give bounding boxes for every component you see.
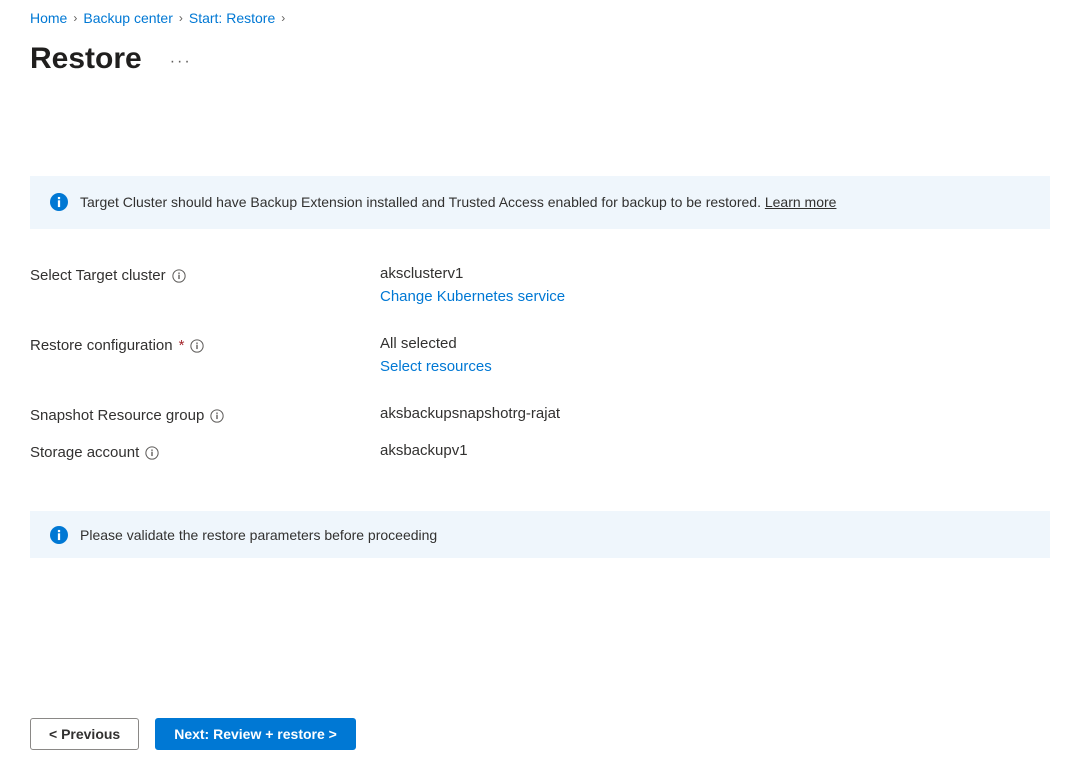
required-asterisk: * <box>179 337 185 354</box>
page-title: Restore <box>30 42 142 76</box>
breadcrumb-start-restore[interactable]: Start: Restore <box>189 10 275 26</box>
help-icon[interactable] <box>210 409 224 423</box>
help-icon[interactable] <box>172 269 186 283</box>
breadcrumb-backup-center[interactable]: Backup center <box>83 10 173 26</box>
select-resources-link[interactable]: Select resources <box>380 358 492 375</box>
more-actions-button[interactable]: ··· <box>170 47 192 71</box>
info-banner-validate: Please validate the restore parameters b… <box>30 511 1050 558</box>
breadcrumb: Home › Backup center › Start: Restore › <box>0 10 1080 36</box>
target-cluster-label: Select Target cluster <box>30 267 166 284</box>
info-icon <box>50 526 68 544</box>
restore-config-value: All selected <box>380 335 492 352</box>
info-banner-target-cluster: Target Cluster should have Backup Extens… <box>30 176 1050 229</box>
previous-button[interactable]: < Previous <box>30 718 139 750</box>
chevron-right-icon: › <box>281 11 285 25</box>
next-review-restore-button[interactable]: Next: Review + restore > <box>155 718 356 750</box>
learn-more-link[interactable]: Learn more <box>765 194 837 210</box>
change-kubernetes-service-link[interactable]: Change Kubernetes service <box>380 288 565 305</box>
help-icon[interactable] <box>190 339 204 353</box>
chevron-right-icon: › <box>179 11 183 25</box>
validate-banner-text: Please validate the restore parameters b… <box>80 527 437 543</box>
snapshot-rg-value: aksbackupsnapshotrg-rajat <box>380 405 560 422</box>
storage-account-value: aksbackupv1 <box>380 442 468 459</box>
chevron-right-icon: › <box>73 11 77 25</box>
help-icon[interactable] <box>145 446 159 460</box>
breadcrumb-home[interactable]: Home <box>30 10 67 26</box>
storage-account-label: Storage account <box>30 444 139 461</box>
info-icon <box>50 193 68 211</box>
info-banner-text: Target Cluster should have Backup Extens… <box>80 194 765 210</box>
target-cluster-value: aksclusterv1 <box>380 265 565 282</box>
restore-config-label: Restore configuration <box>30 337 173 354</box>
snapshot-rg-label: Snapshot Resource group <box>30 407 204 424</box>
